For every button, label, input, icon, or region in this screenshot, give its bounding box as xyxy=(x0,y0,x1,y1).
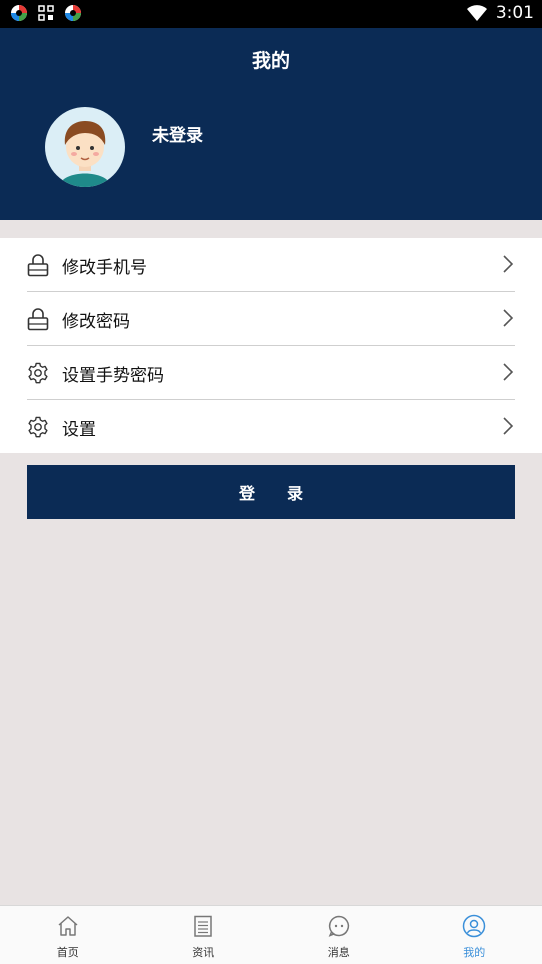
tab-label: 资讯 xyxy=(192,946,215,959)
app-icon xyxy=(11,5,27,21)
tab-label: 我的 xyxy=(463,946,486,959)
app-icon xyxy=(65,5,81,21)
chevron-right-icon xyxy=(503,417,514,435)
page-title: 我的 xyxy=(251,50,290,72)
tab-label: 消息 xyxy=(327,946,350,959)
menu-item-label: 修改手机号 xyxy=(62,258,147,278)
menu-item-label: 修改密码 xyxy=(62,312,130,332)
menu-item-label: 设置 xyxy=(62,420,96,440)
login-button[interactable]: 登录 xyxy=(27,465,515,519)
menu-item-settings[interactable]: 设置 xyxy=(27,400,515,453)
tab-label: 首页 xyxy=(56,946,79,959)
gear-icon xyxy=(28,416,48,438)
chevron-right-icon xyxy=(503,309,514,327)
status-bar: 3:01 xyxy=(0,0,542,28)
document-icon xyxy=(194,915,212,937)
username-label[interactable]: 未登录 xyxy=(152,121,203,146)
user-icon xyxy=(463,914,486,938)
qr-icon xyxy=(38,5,54,21)
menu-item-change-password[interactable]: 修改密码 xyxy=(27,292,515,346)
menu-item-gesture-password[interactable]: 设置手势密码 xyxy=(27,346,515,400)
lock-icon xyxy=(27,308,49,331)
tab-home[interactable]: 首页 xyxy=(0,906,136,964)
tab-news[interactable]: 资讯 xyxy=(136,906,272,964)
status-time: 3:01 xyxy=(495,3,534,23)
avatar[interactable] xyxy=(45,107,125,187)
bottom-tab-bar: 首页 资讯 消息 我的 xyxy=(0,905,542,964)
settings-menu: 修改手机号 修改密码 设置手势密码 设置 xyxy=(0,238,542,453)
chevron-right-icon xyxy=(503,363,514,381)
wifi-icon xyxy=(466,5,487,21)
tab-mine[interactable]: 我的 xyxy=(407,906,542,964)
menu-item-change-phone[interactable]: 修改手机号 xyxy=(27,238,515,292)
home-icon xyxy=(58,916,78,936)
gear-icon xyxy=(28,362,48,384)
menu-item-label: 设置手势密码 xyxy=(62,366,164,386)
lock-icon xyxy=(27,254,49,277)
chevron-right-icon xyxy=(503,255,514,273)
tab-messages[interactable]: 消息 xyxy=(271,906,407,964)
chat-icon xyxy=(328,915,349,937)
